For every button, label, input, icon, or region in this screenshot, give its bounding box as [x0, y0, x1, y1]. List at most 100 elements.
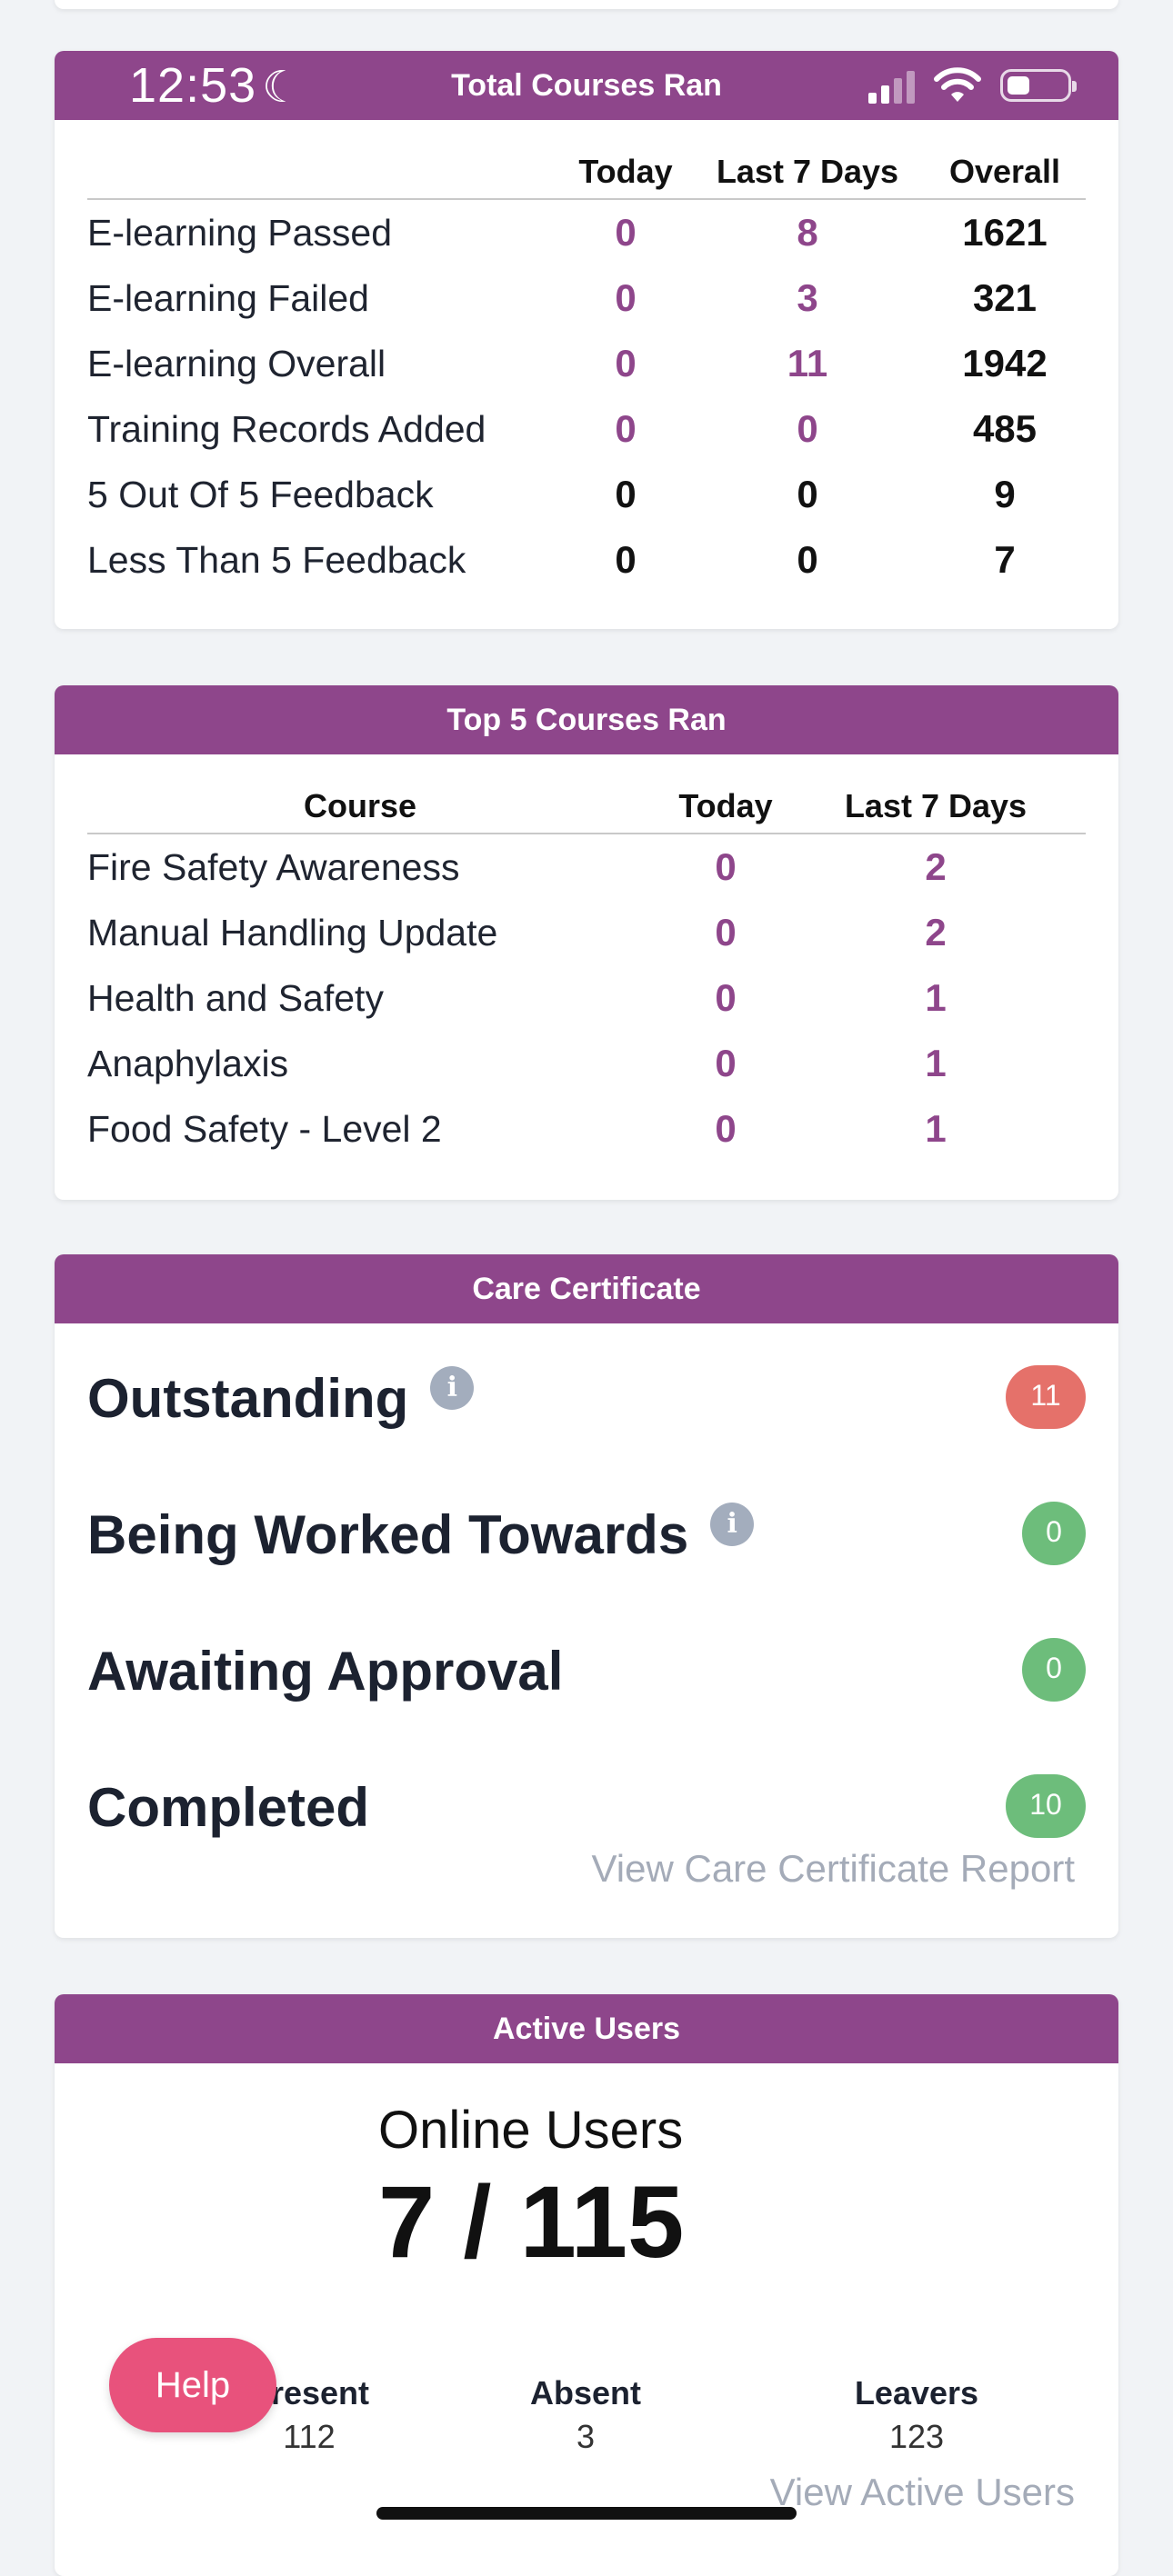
table-row: Fire Safety Awareness 0 2	[87, 834, 1086, 900]
top-courses-header-row: Course Today Last 7 Days	[87, 773, 1086, 834]
cc-completed-label: Completed	[87, 1777, 370, 1838]
status-time: 12:53 ☾	[129, 58, 303, 113]
row-overall: 9	[994, 473, 1016, 515]
table-row: Food Safety - Level 2 0 1	[87, 1096, 1086, 1162]
view-active-users-link[interactable]: View Active Users	[770, 2471, 1075, 2514]
table-row: E-learning Failed 0 3 321	[87, 265, 1086, 331]
row-label: E-learning Overall	[87, 342, 386, 384]
table-row: Less Than 5 Feedback 0 0 7	[87, 527, 1086, 593]
top-courses-table: Course Today Last 7 Days Fire Safety Awa…	[87, 773, 1086, 1162]
col-blank	[87, 138, 560, 199]
col-overall: Overall	[948, 153, 1061, 190]
course-today: 0	[715, 911, 737, 954]
care-certificate-card: Care Certificate Outstanding i 11 Being W…	[55, 1254, 1118, 1938]
col-today: Today	[678, 787, 773, 824]
row-today: 0	[615, 407, 637, 450]
table-row: E-learning Overall 0 11 1942	[87, 331, 1086, 396]
row-label: Less Than 5 Feedback	[87, 538, 466, 581]
status-icons	[868, 67, 1077, 104]
cc-completed-count-badge: 10	[1006, 1774, 1086, 1838]
row-last7: 3	[797, 276, 818, 319]
top-courses-header: Top 5 Courses Ran	[55, 685, 1118, 754]
info-icon[interactable]: i	[710, 1503, 755, 1547]
col-last7: Last 7 Days	[844, 787, 1028, 824]
info-icon[interactable]: i	[430, 1366, 475, 1411]
table-row: Training Records Added 0 0 485	[87, 396, 1086, 462]
absent-value: 3	[576, 2418, 596, 2455]
course-today: 0	[715, 1042, 737, 1084]
top-courses-card: Top 5 Courses Ran Course Today Last 7 Da…	[55, 685, 1118, 1200]
battery-icon	[1000, 69, 1077, 102]
active-users-header: Active Users	[55, 1994, 1118, 2063]
leavers-value: 123	[888, 2418, 945, 2455]
active-users-card: Active Users Online Users 7 / 115 Presen…	[55, 1994, 1118, 2576]
cc-being-worked-towards-label: Being Worked Towards i	[87, 1494, 755, 1576]
cc-awaiting-approval-label: Awaiting Approval	[87, 1641, 564, 1702]
row-spacer	[1053, 965, 1086, 1031]
course-name: Food Safety - Level 2	[87, 1107, 442, 1150]
course-last7: 1	[925, 1042, 947, 1084]
course-name: Manual Handling Update	[87, 911, 498, 954]
row-last7: 11	[787, 342, 828, 384]
cc-awaiting-approval-count-badge: 0	[1022, 1638, 1086, 1702]
cc-being-worked-towards-row[interactable]: Being Worked Towards i 0	[87, 1494, 1086, 1576]
total-courses-header-row: Today Last 7 Days Overall	[87, 138, 1086, 199]
row-spacer	[1053, 1031, 1086, 1096]
col-last7: Last 7 Days	[716, 153, 899, 190]
course-last7: 2	[925, 911, 947, 954]
row-overall: 1621	[962, 211, 1048, 254]
row-today: 0	[615, 538, 637, 581]
total-courses-card: 12:53 ☾ Total Courses Ran Today Last 7 Da…	[55, 51, 1118, 629]
help-button[interactable]: Help	[109, 2338, 276, 2432]
row-spacer	[1053, 900, 1086, 965]
total-courses-title: Total Courses Ran	[451, 68, 722, 103]
cc-outstanding-label: Outstanding i	[87, 1358, 475, 1440]
home-indicator[interactable]	[376, 2507, 797, 2520]
total-courses-table: Today Last 7 Days Overall E-learning Pas…	[87, 138, 1086, 593]
row-overall: 485	[972, 407, 1038, 450]
row-overall: 321	[972, 276, 1038, 319]
cc-awaiting-approval-row[interactable]: Awaiting Approval 0	[87, 1631, 1086, 1712]
row-label: E-learning Failed	[87, 276, 369, 319]
row-overall: 1942	[962, 342, 1048, 384]
row-today: 0	[615, 276, 637, 319]
cc-being-worked-towards-count-badge: 0	[1022, 1502, 1086, 1565]
course-name: Anaphylaxis	[87, 1042, 289, 1084]
online-users-label: Online Users	[378, 2101, 684, 2160]
row-spacer	[1053, 1096, 1086, 1162]
cc-outstanding-count-badge: 11	[1006, 1365, 1086, 1429]
row-today: 0	[615, 211, 637, 254]
course-today: 0	[715, 845, 737, 888]
table-row: Anaphylaxis 0 1	[87, 1031, 1086, 1096]
row-label: Training Records Added	[87, 407, 486, 450]
table-row: E-learning Passed 0 8 1621	[87, 199, 1086, 265]
row-last7: 0	[797, 538, 818, 581]
course-last7: 2	[925, 845, 947, 888]
row-last7: 0	[797, 407, 818, 450]
course-name: Health and Safety	[87, 976, 384, 1019]
table-row: Manual Handling Update 0 2	[87, 900, 1086, 965]
col-course: Course	[303, 787, 417, 824]
row-label: E-learning Passed	[87, 211, 393, 254]
row-label: 5 Out Of 5 Feedback	[87, 473, 434, 515]
moon-icon: ☾	[262, 64, 303, 112]
wifi-icon	[934, 67, 981, 102]
table-row: 5 Out Of 5 Feedback 0 0 9	[87, 462, 1086, 527]
online-users-count: 7 / 115	[378, 2165, 685, 2279]
absent-label: Absent	[529, 2374, 641, 2411]
course-today: 0	[715, 976, 737, 1019]
course-last7: 1	[925, 976, 947, 1019]
col-spacer	[1053, 773, 1086, 834]
course-last7: 1	[925, 1107, 947, 1150]
leavers-label: Leavers	[854, 2374, 979, 2411]
cc-completed-row[interactable]: Completed 10	[87, 1767, 1086, 1849]
table-row: Health and Safety 0 1	[87, 965, 1086, 1031]
row-today: 0	[615, 342, 637, 384]
view-care-certificate-report-link[interactable]: View Care Certificate Report	[592, 1847, 1075, 1891]
col-today: Today	[578, 153, 673, 190]
course-name: Fire Safety Awareness	[87, 845, 460, 888]
cc-outstanding-row[interactable]: Outstanding i 11	[87, 1358, 1086, 1440]
cellular-signal-icon	[868, 67, 915, 104]
total-courses-header: 12:53 ☾ Total Courses Ran	[55, 51, 1118, 120]
care-certificate-header: Care Certificate	[55, 1254, 1118, 1323]
